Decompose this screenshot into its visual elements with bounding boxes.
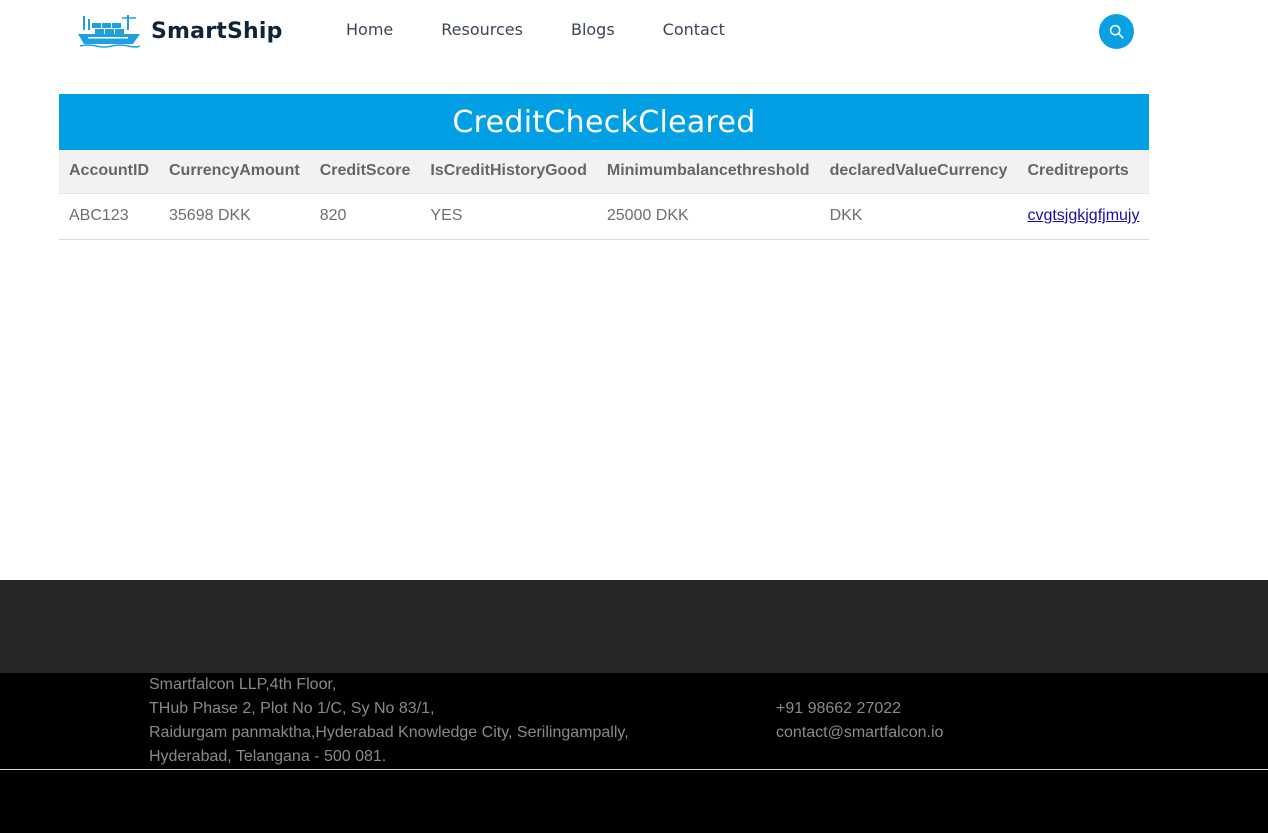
address-line: Raidurgam panmaktha,Hyderabad Knowledge …: [149, 724, 629, 741]
panel-title: CreditCheckCleared: [59, 94, 1149, 150]
search-button[interactable]: [1099, 14, 1134, 49]
col-header-minimumbalancethreshold: Minimumbalancethreshold: [596, 150, 820, 194]
cell-iscredithistorygood: YES: [420, 193, 597, 240]
footer-email[interactable]: contact@smartfalcon.io: [776, 721, 943, 745]
footer-phone[interactable]: +91 98662 27022: [776, 697, 943, 721]
table-row: ABC123 35698 DKK 820 YES 25000 DKK DKK c…: [59, 193, 1150, 240]
nav-resources[interactable]: Resources: [441, 20, 523, 39]
col-header-creditscore: CreditScore: [309, 150, 421, 194]
nav-blogs[interactable]: Blogs: [571, 20, 615, 39]
col-header-iscredithistorygood: IsCreditHistoryGood: [420, 150, 597, 194]
cell-creditreports: cvgtsjgkjgfjmujy: [1017, 193, 1150, 240]
nav-contact[interactable]: Contact: [663, 20, 725, 39]
col-header-accountid: AccountID: [59, 150, 159, 194]
footer-top-band: [0, 580, 1268, 673]
cell-accountid: ABC123: [59, 193, 159, 240]
footer-address: Smartfalcon LLP,4th Floor, THub Phase 2,…: [149, 673, 629, 769]
credit-report-link[interactable]: cvgtsjgkjgfjmujy: [1027, 207, 1139, 224]
col-header-currencyamount: CurrencyAmount: [159, 150, 310, 194]
cell-currencyamount: 35698 DKK: [159, 193, 310, 240]
main-nav: Home Resources Blogs Contact: [346, 20, 725, 39]
address-line: Smartfalcon LLP,4th Floor,: [149, 676, 337, 693]
address-line: THub Phase 2, Plot No 1/C, Sy No 83/1,: [149, 700, 435, 717]
footer: Smartfalcon LLP,4th Floor, THub Phase 2,…: [0, 673, 1268, 769]
cell-declaredvaluecurrency: DKK: [819, 193, 1018, 240]
credit-check-table: AccountID CurrencyAmount CreditScore IsC…: [59, 150, 1150, 240]
navbar: SmartShip Home Resources Blogs Contact: [0, 0, 1268, 62]
cell-minimumbalancethreshold: 25000 DKK: [596, 193, 820, 240]
container-ship-icon: [78, 15, 140, 48]
footer-contact: +91 98662 27022 contact@smartfalcon.io: [776, 697, 943, 745]
address-line: Hyderabad, Telangana - 500 081.: [149, 748, 387, 765]
nav-home[interactable]: Home: [346, 20, 393, 39]
col-header-declaredvaluecurrency: declaredValueCurrency: [819, 150, 1018, 194]
search-icon: [1109, 24, 1124, 39]
cell-creditscore: 820: [309, 193, 421, 240]
table-header-row: AccountID CurrencyAmount CreditScore IsC…: [59, 150, 1150, 194]
footer-bottom-band: [0, 770, 1268, 833]
brand[interactable]: SmartShip: [78, 14, 283, 48]
brand-name: SmartShip: [151, 18, 283, 44]
col-header-creditreports: Creditreports: [1017, 150, 1150, 194]
credit-check-panel: CreditCheckCleared AccountID CurrencyAmo…: [59, 94, 1150, 240]
